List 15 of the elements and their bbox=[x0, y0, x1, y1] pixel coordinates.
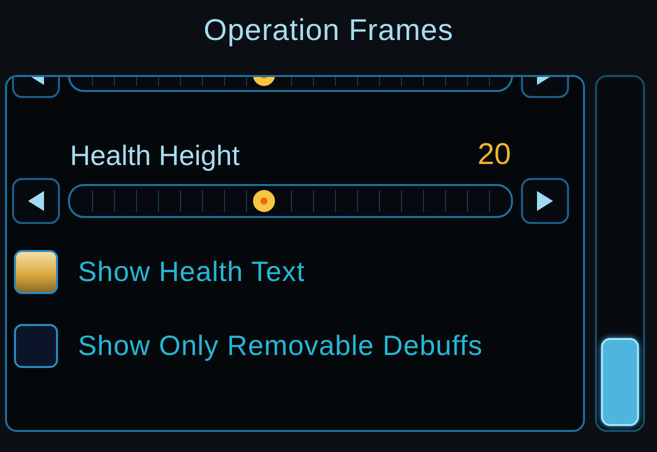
slider-value: 20 bbox=[478, 138, 511, 172]
slider-thumb[interactable] bbox=[253, 190, 276, 212]
checkbox[interactable] bbox=[14, 324, 58, 368]
scrollbar[interactable] bbox=[595, 75, 645, 432]
slider-label: Health Height bbox=[70, 140, 240, 172]
decrease-button[interactable] bbox=[12, 178, 60, 224]
right-arrow-icon bbox=[535, 189, 555, 213]
slider-track[interactable] bbox=[68, 184, 513, 218]
checkbox-label[interactable]: Show Health Text bbox=[78, 256, 305, 288]
checkbox[interactable] bbox=[14, 250, 58, 294]
increase-button[interactable] bbox=[521, 178, 569, 224]
scrollbar-thumb[interactable] bbox=[601, 338, 639, 426]
checkbox-label[interactable]: Show Only Removable Debuffs bbox=[78, 330, 483, 362]
left-arrow-icon bbox=[26, 189, 46, 213]
window-title: Operation Frames bbox=[202, 13, 454, 49]
